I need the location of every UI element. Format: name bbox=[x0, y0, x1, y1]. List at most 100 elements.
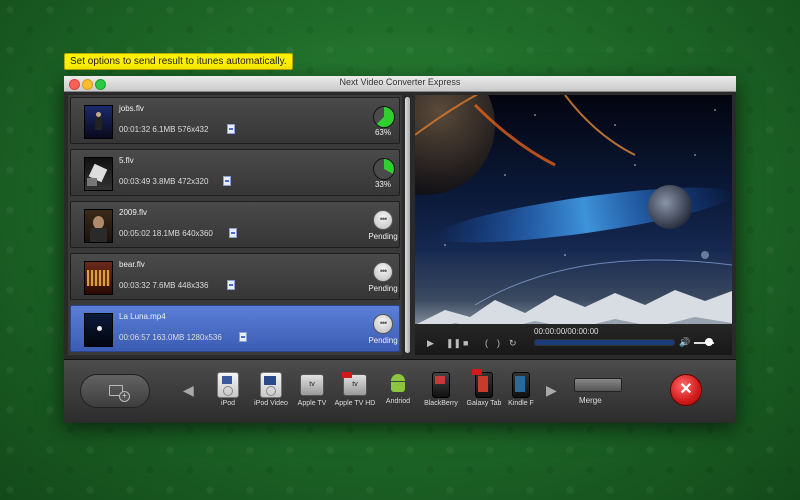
file-name: 2009.flv bbox=[119, 208, 148, 217]
conversion-status: 33% bbox=[374, 180, 391, 189]
file-duration: 00:01:32 bbox=[119, 125, 151, 134]
file-size: 163.0MB bbox=[152, 333, 185, 342]
file-item[interactable]: La Luna.mp4 00:06:57 163.0MB 1280x536 ••… bbox=[70, 305, 400, 352]
loop-icon[interactable]: ↻ bbox=[509, 338, 517, 349]
file-info: 00:05:02 18.1MB 640x360 bbox=[119, 229, 213, 238]
player-controls: ▶ ❚❚ ■ ( ) ↻ 00:00:00/00:00:00 🔊 bbox=[415, 324, 732, 355]
file-item[interactable]: 5.flv 00:03:49 3.8MB 472x320 33% bbox=[70, 149, 400, 196]
progress-pie-icon bbox=[373, 106, 395, 128]
seek-bar[interactable] bbox=[534, 339, 675, 346]
file-name: bear.flv bbox=[119, 260, 145, 269]
device-label: iPod bbox=[220, 400, 235, 407]
device-label: Apple TV HD bbox=[334, 400, 376, 407]
volume-knob[interactable] bbox=[705, 338, 713, 346]
device-android[interactable]: Andriod bbox=[375, 372, 421, 405]
file-settings-icon[interactable] bbox=[223, 176, 231, 186]
cancel-conversion-button[interactable]: ✕ bbox=[670, 374, 702, 406]
file-resolution: 472x320 bbox=[177, 177, 209, 186]
file-duration: 00:05:02 bbox=[119, 229, 151, 238]
device-label: iPod Video bbox=[254, 400, 288, 407]
file-duration: 00:03:32 bbox=[119, 281, 151, 290]
pending-icon: ••• bbox=[373, 210, 393, 230]
stop-icon[interactable]: ■ bbox=[463, 338, 468, 348]
ipod-video-icon bbox=[260, 372, 282, 398]
device-kindle-fire[interactable]: Kindle F bbox=[498, 372, 544, 407]
plus-icon: + bbox=[119, 391, 130, 402]
file-item[interactable]: bear.flv 00:03:32 7.6MB 448x336 ••• Pend… bbox=[70, 253, 400, 300]
file-duration: 00:06:57 bbox=[119, 333, 151, 342]
file-settings-icon[interactable] bbox=[229, 228, 237, 238]
conversion-status: Pending bbox=[368, 232, 398, 241]
itunes-tooltip: Set options to send result to itunes aut… bbox=[64, 53, 293, 70]
device-apple-tv[interactable]: tv Apple TV bbox=[289, 372, 335, 407]
file-info: 00:06:57 163.0MB 1280x536 bbox=[119, 333, 222, 342]
file-item[interactable]: jobs.flv 00:01:32 6.1MB 576x432 63% bbox=[70, 97, 400, 144]
file-resolution: 640x360 bbox=[182, 229, 213, 238]
device-blackberry[interactable]: BlackBerry bbox=[418, 372, 464, 407]
apple-tv-icon: tv bbox=[300, 374, 324, 396]
pending-icon: ••• bbox=[373, 314, 393, 334]
merge-toggle[interactable] bbox=[574, 378, 622, 392]
ipod-icon bbox=[217, 372, 239, 398]
pending-icon: ••• bbox=[373, 262, 393, 282]
scroll-right-arrow-icon[interactable]: ▶ bbox=[546, 382, 557, 399]
progress-pie-icon bbox=[373, 158, 395, 180]
play-icon[interactable]: ▶ bbox=[427, 338, 434, 349]
mark-out-icon[interactable]: ) bbox=[497, 338, 500, 348]
conversion-status: Pending bbox=[368, 336, 398, 345]
window-title: Next Video Converter Express bbox=[339, 77, 461, 87]
file-resolution: 576x432 bbox=[177, 125, 209, 134]
android-icon bbox=[390, 374, 406, 394]
video-thumbnail bbox=[84, 261, 113, 295]
device-label: Apple TV bbox=[297, 400, 327, 407]
mark-in-icon[interactable]: ( bbox=[485, 338, 488, 348]
device-label: Kindle F bbox=[508, 400, 534, 407]
file-name: La Luna.mp4 bbox=[119, 312, 166, 321]
kindle-fire-icon bbox=[512, 372, 530, 398]
galaxy-tab-icon bbox=[472, 369, 493, 398]
title-bar[interactable]: Next Video Converter Express bbox=[64, 76, 736, 92]
file-settings-icon[interactable] bbox=[227, 124, 235, 134]
file-info: 00:01:32 6.1MB 576x432 bbox=[119, 125, 208, 134]
device-ipod[interactable]: iPod bbox=[205, 372, 251, 407]
space-scene-image bbox=[415, 95, 732, 351]
bottom-toolbar: + ◀ iPod iPod Video tv Apple TV tv Apple… bbox=[64, 359, 736, 423]
scrollbar-thumb[interactable] bbox=[405, 97, 410, 353]
file-name: 5.flv bbox=[119, 156, 134, 165]
file-resolution: 1280x536 bbox=[186, 333, 222, 342]
volume-icon[interactable]: 🔊 bbox=[679, 337, 690, 348]
file-settings-icon[interactable] bbox=[239, 332, 247, 342]
file-list: jobs.flv 00:01:32 6.1MB 576x432 63% 5.fl… bbox=[68, 95, 402, 355]
app-window: Next Video Converter Express jobs.flv 00… bbox=[64, 76, 736, 423]
conversion-status: 63% bbox=[374, 128, 391, 137]
pause-icon[interactable]: ❚❚ bbox=[446, 338, 461, 349]
file-size: 7.6MB bbox=[152, 281, 176, 290]
device-ipod-video[interactable]: iPod Video bbox=[248, 372, 294, 407]
file-settings-icon[interactable] bbox=[227, 280, 235, 290]
close-x-icon: ✕ bbox=[679, 381, 693, 398]
video-preview bbox=[415, 95, 732, 351]
merge-label: Merge bbox=[579, 396, 602, 405]
device-apple-tv-hd[interactable]: tv Apple TV HD bbox=[332, 372, 378, 407]
video-thumbnail bbox=[84, 105, 113, 139]
playback-timecode: 00:00:00/00:00:00 bbox=[534, 327, 599, 336]
apple-tv-hd-icon: tv bbox=[342, 372, 367, 396]
list-scrollbar[interactable] bbox=[404, 95, 411, 355]
file-name: jobs.flv bbox=[119, 104, 144, 113]
file-resolution: 448x336 bbox=[177, 281, 209, 290]
video-thumbnail bbox=[84, 209, 113, 243]
file-item[interactable]: 2009.flv 00:05:02 18.1MB 640x360 ••• Pen… bbox=[70, 201, 400, 248]
conversion-status: Pending bbox=[368, 284, 398, 293]
scroll-left-arrow-icon[interactable]: ◀ bbox=[183, 382, 194, 399]
file-size: 6.1MB bbox=[152, 125, 176, 134]
file-info: 00:03:49 3.8MB 472x320 bbox=[119, 177, 208, 186]
blackberry-icon bbox=[432, 372, 450, 398]
video-thumbnail bbox=[84, 157, 113, 191]
video-thumbnail bbox=[84, 313, 113, 347]
file-info: 00:03:32 7.6MB 448x336 bbox=[119, 281, 208, 290]
file-size: 18.1MB bbox=[152, 229, 180, 238]
device-label: BlackBerry bbox=[424, 400, 458, 407]
device-label: Andriod bbox=[385, 398, 411, 405]
file-duration: 00:03:49 bbox=[119, 177, 151, 186]
add-files-button[interactable]: + bbox=[80, 374, 150, 408]
